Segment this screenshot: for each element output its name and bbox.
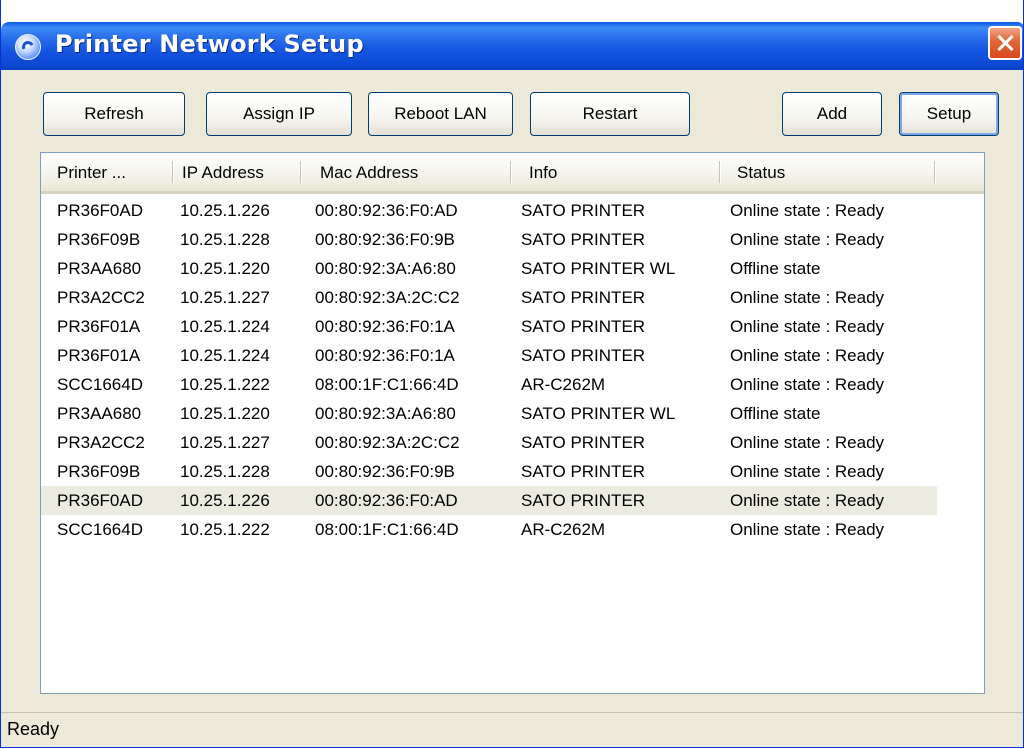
status-bar: Ready [1, 712, 1023, 747]
info: SATO PRINTER [521, 201, 646, 220]
printer-name: SCC1664D [57, 375, 143, 394]
status: Online state : Ready [730, 375, 885, 394]
column-header-label: Mac Address [320, 163, 419, 182]
column-header-label: Printer ... [57, 163, 126, 182]
info: SATO PRINTER [521, 433, 646, 452]
reboot-lan-button[interactable]: Reboot LAN [368, 92, 513, 136]
mac-address: 08:00:1F:C1:66:4D [315, 520, 459, 539]
info: AR-C262M [521, 520, 606, 539]
table-row[interactable]: SCC1664D 10.25.1.222 08:00:1F:C1:66:4D A… [41, 370, 937, 399]
restart-button[interactable]: Restart [530, 92, 690, 136]
table-row[interactable]: PR3A2CC2 10.25.1.227 00:80:92:3A:2C:C2 S… [41, 283, 937, 312]
ip-address: 10.25.1.226 [180, 201, 270, 220]
table-row-selected[interactable]: PR36F0AD 10.25.1.226 00:80:92:36:F0:AD S… [41, 486, 937, 515]
table-row[interactable]: PR36F0AD 10.25.1.226 00:80:92:36:F0:AD S… [41, 196, 937, 225]
ip-address: 10.25.1.220 [180, 404, 270, 423]
column-header-ip-address[interactable]: IP Address [176, 153, 302, 191]
info: SATO PRINTER [521, 491, 646, 510]
mac-address: 00:80:92:36:F0:1A [315, 317, 455, 336]
column-header-printer[interactable]: Printer ... [51, 153, 174, 191]
printer-name: PR36F0AD [57, 491, 143, 510]
status: Offline state [730, 259, 821, 278]
mac-address: 00:80:92:3A:2C:C2 [315, 433, 460, 452]
column-header-label: Status [737, 163, 786, 182]
printer-name: PR36F09B [57, 462, 141, 481]
printer-network-setup-window: Printer Network Setup Refresh Assign IP … [0, 0, 1024, 748]
status: Online state : Ready [730, 520, 885, 539]
printer-name: PR3A2CC2 [57, 433, 145, 452]
app-logo-icon [15, 34, 41, 60]
table-row[interactable]: PR36F09B 10.25.1.228 00:80:92:36:F0:9B S… [41, 225, 937, 254]
mac-address: 00:80:92:36:F0:9B [315, 230, 455, 249]
table-row[interactable]: PR3AA680 10.25.1.220 00:80:92:3A:A6:80 S… [41, 254, 937, 283]
printer-name: PR3A2CC2 [57, 288, 145, 307]
table-row[interactable]: PR36F09B 10.25.1.228 00:80:92:36:F0:9B S… [41, 457, 937, 486]
printer-name: PR36F0AD [57, 201, 143, 220]
info: SATO PRINTER [521, 346, 646, 365]
mac-address: 00:80:92:36:F0:AD [315, 491, 458, 510]
column-header-status[interactable]: Status [731, 153, 936, 191]
table-row[interactable]: PR36F01A 10.25.1.224 00:80:92:36:F0:1A S… [41, 341, 937, 370]
mac-address: 00:80:92:3A:A6:80 [315, 404, 456, 423]
printer-name: PR3AA680 [57, 259, 142, 278]
info: AR-C262M [521, 375, 606, 394]
info: SATO PRINTER [521, 230, 646, 249]
info: SATO PRINTER WL [521, 404, 676, 423]
status: Online state : Ready [730, 201, 885, 220]
mac-address: 00:80:92:36:F0:AD [315, 201, 458, 220]
ip-address: 10.25.1.227 [180, 288, 270, 307]
column-header-mac-address[interactable]: Mac Address [314, 153, 512, 191]
info: SATO PRINTER [521, 288, 646, 307]
ip-address: 10.25.1.228 [180, 462, 270, 481]
ip-address: 10.25.1.222 [180, 375, 270, 394]
status: Online state : Ready [730, 230, 885, 249]
ip-address: 10.25.1.226 [180, 491, 270, 510]
mac-address: 00:80:92:3A:A6:80 [315, 259, 456, 278]
table-row[interactable]: SCC1664D 10.25.1.222 08:00:1F:C1:66:4D A… [41, 515, 937, 544]
table-row[interactable]: PR36F01A 10.25.1.224 00:80:92:36:F0:1A S… [41, 312, 937, 341]
status: Offline state [730, 404, 821, 423]
ip-address: 10.25.1.228 [180, 230, 270, 249]
setup-button[interactable]: Setup [899, 92, 999, 136]
ip-address: 10.25.1.220 [180, 259, 270, 278]
mac-address: 00:80:92:36:F0:9B [315, 462, 455, 481]
table-row[interactable]: PR3AA680 10.25.1.220 00:80:92:3A:A6:80 S… [41, 399, 937, 428]
status: Online state : Ready [730, 491, 885, 510]
info: SATO PRINTER [521, 317, 646, 336]
ip-address: 10.25.1.224 [180, 317, 270, 336]
printer-name: PR3AA680 [57, 404, 142, 423]
assign-ip-button[interactable]: Assign IP [206, 92, 352, 136]
ip-address: 10.25.1.224 [180, 346, 270, 365]
column-header-info[interactable]: Info [523, 153, 721, 191]
printer-list[interactable]: Printer ... IP Address Mac Address Info … [40, 152, 985, 694]
printer-name: PR36F09B [57, 230, 141, 249]
status-text: Ready [7, 719, 60, 739]
title-bar[interactable]: Printer Network Setup [1, 0, 1023, 70]
mac-address: 00:80:92:3A:2C:C2 [315, 288, 460, 307]
status: Online state : Ready [730, 346, 885, 365]
info: SATO PRINTER [521, 462, 646, 481]
window-title: Printer Network Setup [55, 30, 364, 58]
column-header-label: IP Address [182, 163, 264, 182]
close-icon[interactable] [988, 26, 1022, 60]
mac-address: 08:00:1F:C1:66:4D [315, 375, 459, 394]
status: Online state : Ready [730, 317, 885, 336]
printer-name: SCC1664D [57, 520, 143, 539]
ip-address: 10.25.1.222 [180, 520, 270, 539]
table-row[interactable]: PR3A2CC2 10.25.1.227 00:80:92:3A:2C:C2 S… [41, 428, 937, 457]
printer-name: PR36F01A [57, 317, 141, 336]
status: Online state : Ready [730, 462, 885, 481]
printer-name: PR36F01A [57, 346, 141, 365]
ip-address: 10.25.1.227 [180, 433, 270, 452]
add-button[interactable]: Add [782, 92, 882, 136]
mac-address: 00:80:92:36:F0:1A [315, 346, 455, 365]
refresh-button[interactable]: Refresh [43, 92, 185, 136]
info: SATO PRINTER WL [521, 259, 676, 278]
list-header: Printer ... IP Address Mac Address Info … [41, 153, 984, 194]
status: Online state : Ready [730, 433, 885, 452]
status: Online state : Ready [730, 288, 885, 307]
column-header-label: Info [529, 163, 558, 182]
